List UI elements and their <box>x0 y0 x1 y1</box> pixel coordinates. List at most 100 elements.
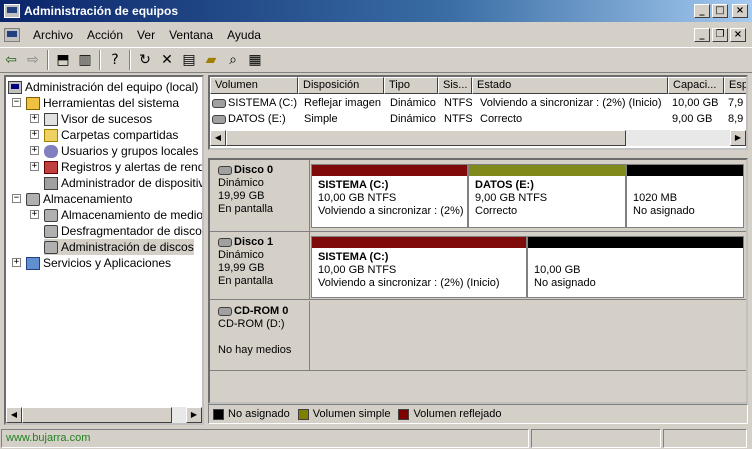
tree-item-services[interactable]: Servicios y Aplicaciones <box>26 255 171 271</box>
expand-toggle[interactable]: + <box>30 130 39 139</box>
partition-sistema[interactable]: SISTEMA (C:) 10,00 GB NTFS Volviendo a sin… <box>311 236 527 298</box>
simple-volume-bar <box>469 165 625 176</box>
disk-icon[interactable]: ▦ <box>244 49 266 71</box>
partition-unallocated[interactable]: 1020 MB No asignado <box>626 164 744 228</box>
expand-toggle[interactable]: + <box>12 258 21 267</box>
event-viewer-icon <box>44 113 58 127</box>
column-header-fs[interactable]: Sis... <box>438 77 472 94</box>
layout-cell: Reflejar imagen <box>304 97 382 109</box>
partition-name: DATOS (E:) <box>475 179 534 191</box>
expand-toggle[interactable]: + <box>30 162 39 171</box>
partition-size: 1020 MB <box>633 192 678 204</box>
back-arrow-icon[interactable]: ⇦ <box>0 49 22 71</box>
open-folder-icon[interactable]: ▰ <box>200 49 222 71</box>
properties-icon[interactable]: ▤ <box>178 49 200 71</box>
disk-row-1[interactable]: Disco 1 Dinámico 19,99 GB En pantalla SI… <box>210 232 746 300</box>
document-icon[interactable] <box>4 28 20 42</box>
unallocated-bar <box>627 165 743 176</box>
tree-item-label: Administración del equipo (local) <box>25 80 199 94</box>
tree-item-defrag[interactable]: Desfragmentador de disco <box>44 223 202 239</box>
tree-item-label: Desfragmentador de disco <box>61 224 202 238</box>
menu-archivo[interactable]: Archivo <box>26 28 80 42</box>
delete-icon[interactable]: ✕ <box>156 49 178 71</box>
volume-list[interactable]: Volumen Disposición Tipo Sis... Estado C… <box>208 75 748 150</box>
close-button[interactable]: × <box>732 4 748 18</box>
storage-icon <box>26 193 40 207</box>
cdrom-icon <box>218 306 232 316</box>
tree-item-storage[interactable]: Almacenamiento <box>26 191 132 207</box>
cdrom-label[interactable]: CD-ROM 0 CD-ROM (D:) No hay medios <box>210 301 310 370</box>
partition-size: 10,00 GB <box>534 264 581 276</box>
menu-ventana[interactable]: Ventana <box>162 28 220 42</box>
disk-graphical-view[interactable]: Disco 0 Dinámico 19,99 GB En pantalla SI… <box>208 158 748 404</box>
tree-item-diskmgmt[interactable]: Administración de discos <box>44 239 194 255</box>
menu-accion[interactable]: Acción <box>80 28 130 42</box>
tree-item-devmgr[interactable]: Administrador de dispositivos <box>44 175 202 191</box>
partition-size: 9,00 GB NTFS <box>475 192 548 204</box>
tree-item-label: Administración de discos <box>61 240 194 254</box>
status-cell: Correcto <box>480 113 523 125</box>
tree-item-tools[interactable]: Herramientas del sistema <box>26 95 179 111</box>
disk-label[interactable]: Disco 1 Dinámico 19,99 GB En pantalla <box>210 232 310 299</box>
child-restore-button[interactable]: ❐ <box>712 28 728 42</box>
refresh-icon[interactable]: ↻ <box>134 49 156 71</box>
scroll-left-arrow-icon[interactable]: ◀ <box>210 130 226 146</box>
list-horizontal-scrollbar[interactable]: ◀ ▶ <box>210 130 746 146</box>
mirror-volume-bar <box>312 237 526 248</box>
disk-label[interactable]: Disco 0 Dinámico 19,99 GB En pantalla <box>210 160 310 231</box>
child-minimize-button[interactable]: _ <box>694 28 710 42</box>
expand-toggle[interactable]: + <box>30 146 39 155</box>
menu-ver[interactable]: Ver <box>130 28 162 42</box>
tree-item-label: Herramientas del sistema <box>43 96 180 110</box>
search-icon[interactable]: ⌕ <box>222 49 244 71</box>
expand-toggle[interactable]: + <box>30 210 39 219</box>
column-header-free[interactable]: Esp <box>724 77 746 94</box>
collapse-toggle[interactable]: − <box>12 98 21 107</box>
collapse-toggle[interactable]: − <box>12 194 21 203</box>
scroll-right-arrow-icon[interactable]: ▶ <box>730 130 746 146</box>
column-header-layout[interactable]: Disposición <box>298 77 384 94</box>
partition-status: No asignado <box>534 277 596 289</box>
cell-text: DATOS (E:) <box>228 113 286 125</box>
expand-toggle[interactable]: + <box>30 114 39 123</box>
tree-item-root[interactable]: Administración del equipo (local) <box>8 79 198 95</box>
column-header-status[interactable]: Estado <box>472 77 668 94</box>
cdrom-row[interactable]: CD-ROM 0 CD-ROM (D:) No hay medios <box>210 301 746 371</box>
column-header-type[interactable]: Tipo <box>384 77 438 94</box>
disk-row-0[interactable]: Disco 0 Dinámico 19,99 GB En pantalla SI… <box>210 160 746 232</box>
scroll-right-arrow-icon[interactable]: ▶ <box>186 407 202 423</box>
scroll-thumb[interactable] <box>22 407 172 423</box>
tree-item-events[interactable]: Visor de sucesos <box>44 111 152 127</box>
tree-item-logs[interactable]: Registros y alertas de rendim <box>44 159 202 175</box>
window-title: Administración de equipos <box>24 4 179 18</box>
tree-horizontal-scrollbar[interactable]: ◀ ▶ <box>6 407 202 423</box>
disk-drive-icon <box>218 165 232 175</box>
tree-item-label: Servicios y Aplicaciones <box>43 256 172 270</box>
partition-datos[interactable]: DATOS (E:) 9,00 GB NTFS Correcto <box>468 164 626 228</box>
partition-sistema[interactable]: SISTEMA (C:) 10,00 GB NTFS Volviendo a sin… <box>311 164 468 228</box>
child-close-button[interactable]: × <box>730 28 746 42</box>
forward-arrow-icon[interactable]: ⇨ <box>22 49 44 71</box>
toolbar-separator <box>47 50 49 70</box>
capacity-cell: 10,00 GB <box>672 97 719 109</box>
scroll-thumb[interactable] <box>226 130 626 146</box>
partition-unallocated[interactable]: 10,00 GB No asignado <box>527 236 744 298</box>
menu-ayuda[interactable]: Ayuda <box>220 28 268 42</box>
disk-management-icon <box>44 241 58 255</box>
partition-status: Volviendo a sincronizar : (2%) <box>318 205 464 217</box>
column-header-capacity[interactable]: Capaci... <box>668 77 724 94</box>
show-tree-icon[interactable]: ▥ <box>74 49 96 71</box>
up-folder-icon[interactable]: ⬒ <box>52 49 74 71</box>
scroll-left-arrow-icon[interactable]: ◀ <box>6 407 22 423</box>
help-icon[interactable]: ? <box>104 49 126 71</box>
console-tree[interactable]: Administración del equipo (local) − Herr… <box>4 75 204 425</box>
tree-item-shared[interactable]: Carpetas compartidas <box>44 127 178 143</box>
pane-splitter[interactable] <box>208 152 748 157</box>
tree-item-removable[interactable]: Almacenamiento de medios e <box>44 207 202 223</box>
volume-cell: DATOS (E:) <box>212 111 298 127</box>
minimize-button[interactable]: _ <box>694 4 710 18</box>
maximize-button[interactable]: □ <box>712 4 728 18</box>
column-header-volume[interactable]: Volumen <box>210 77 298 94</box>
tree-item-users[interactable]: Usuarios y grupos locales <box>44 143 198 159</box>
status-bar: www.bujarra.com <box>0 428 752 449</box>
